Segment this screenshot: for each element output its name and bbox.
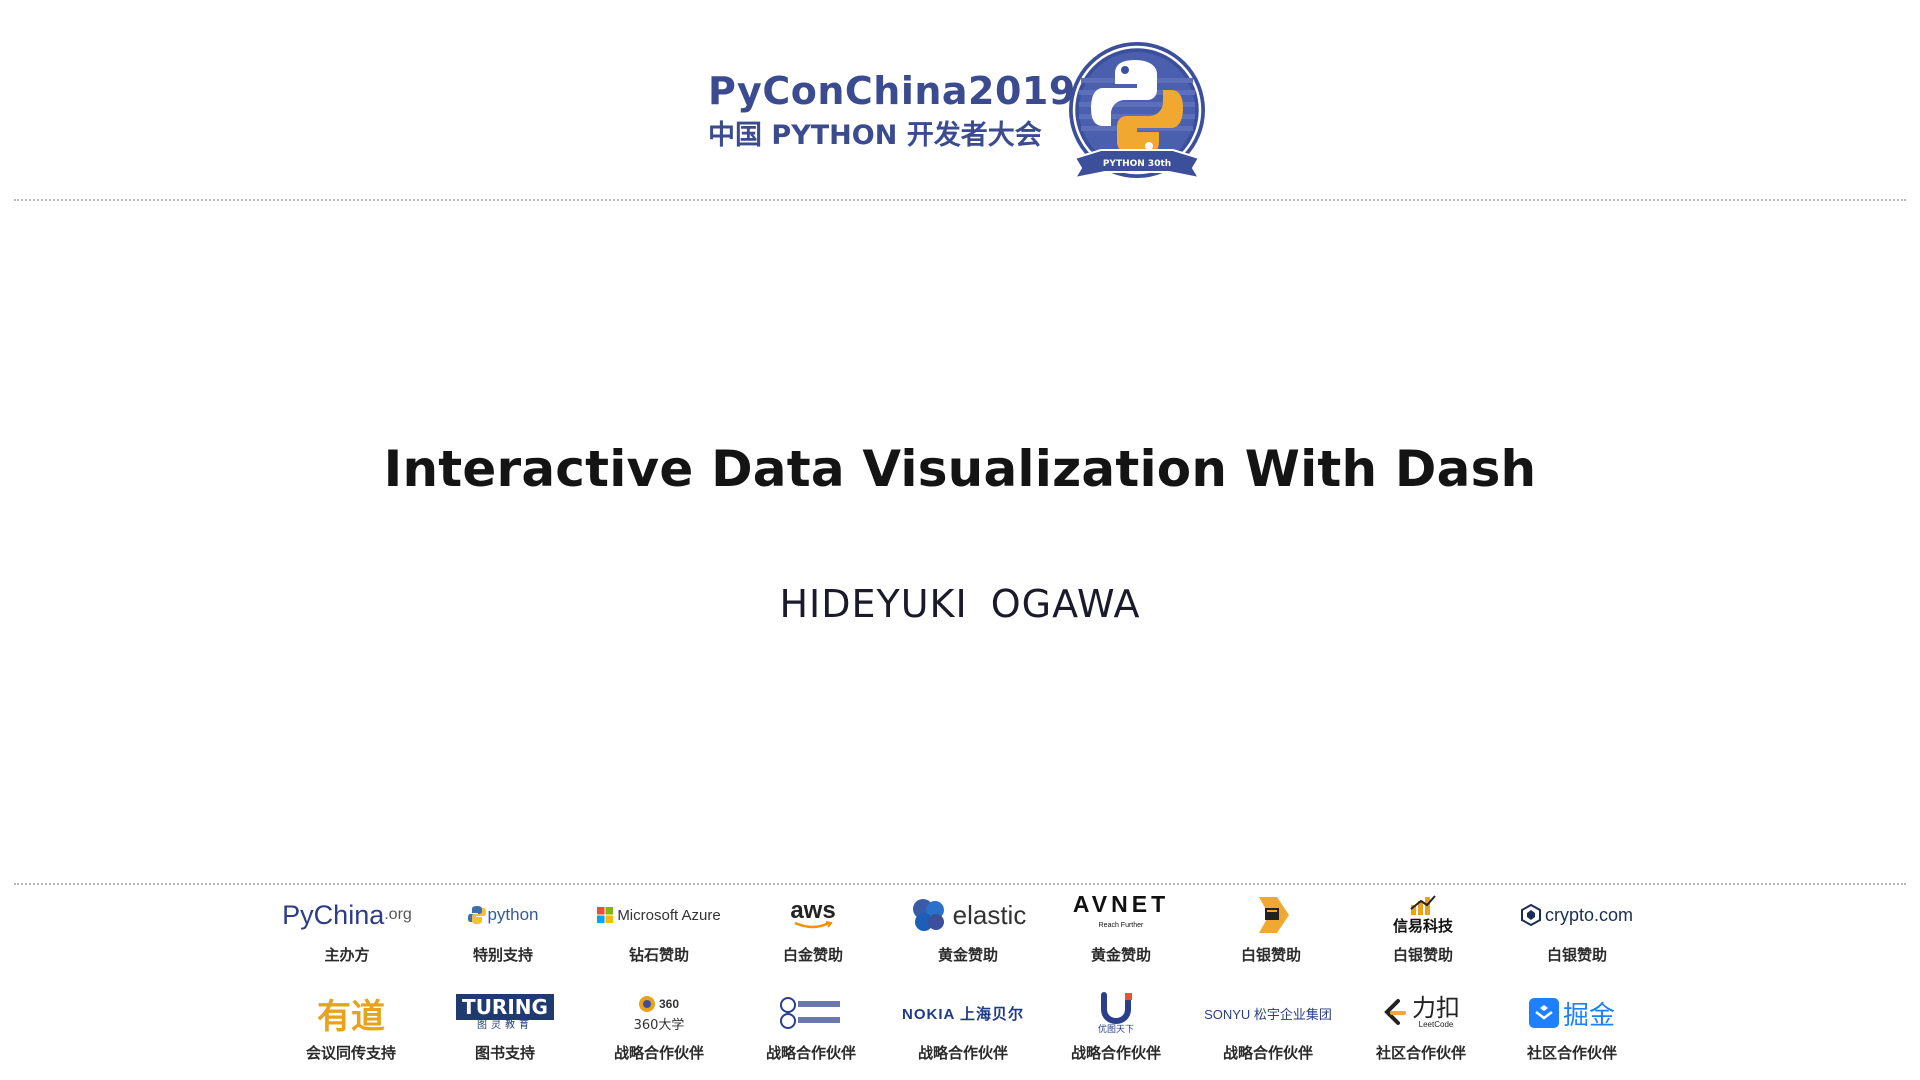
aws-smile-icon <box>794 921 833 929</box>
sponsor-label: 战略合作伙伴 <box>1222 1044 1313 1062</box>
slide: PyConChina2019 中国 PYTHON 开发者大会 PYTHON 30… <box>0 0 1920 1080</box>
sponsor-label: 社区合作伙伴 <box>1526 1044 1617 1062</box>
brand-logo-text: PyConChina2019 中国 PYTHON 开发者大会 <box>708 68 1076 154</box>
author-name: HIDEYUKI OGAWA <box>779 582 1141 626</box>
sponsor-label: 战略合作伙伴 <box>1070 1044 1161 1062</box>
sponsor-label: 特别支持 <box>472 946 533 964</box>
sponsors-footer: PyChina .org 主办方 python 特别支持 Microsoft A… <box>0 886 1920 1080</box>
elastic-logo-text: elastic <box>952 899 1027 930</box>
python-30th-badge-icon: PYTHON 30th <box>1069 42 1205 180</box>
sonyu-logo: SONYU 松宇企业集团 <box>1193 990 1343 1036</box>
silver-sponsor-logo <box>1196 892 1346 938</box>
sponsor-label: 钻石赞助 <box>628 946 689 964</box>
python-logo: python <box>428 892 578 938</box>
avnet-logo: AVNET Reach Further <box>1046 892 1196 938</box>
sponsor-label: 黄金赞助 <box>937 946 998 964</box>
sponsor-turing: TURING 图灵教育 图书支持 <box>430 990 580 1063</box>
sponsor-aws: aws 白金赞助 <box>738 892 888 965</box>
xinyi-logo-text: 信易科技 <box>1392 916 1453 935</box>
sponsor-elastic: elastic 黄金赞助 <box>893 892 1043 965</box>
sponsor-crypto: crypto.com 白银赞助 <box>1502 892 1652 965</box>
aws-logo: aws <box>738 892 888 938</box>
svg-text:360: 360 <box>659 997 679 1011</box>
university-emblem-icon <box>780 997 840 1029</box>
python-logo-text: python <box>487 905 539 924</box>
360-logo: 360 360大学 <box>584 990 734 1036</box>
sponsor-leetcode: 力扣 LeetCode 社区合作伙伴 <box>1346 990 1496 1063</box>
leetcode-logo-sub: LeetCode <box>1418 1019 1454 1029</box>
pychina-logo-text: PyChina <box>282 899 385 930</box>
sponsor-nokia: NOKIA 上海贝尔 战略合作伙伴 <box>888 990 1038 1063</box>
leetcode-logo: 力扣 LeetCode <box>1346 990 1496 1036</box>
sponsor-python: python 特别支持 <box>428 892 578 965</box>
sponsor-label: 会议同传支持 <box>305 1044 396 1062</box>
turing-logo-sub: 图灵教育 <box>477 1020 533 1031</box>
juejin-logo: 掘金 <box>1497 990 1647 1036</box>
arrow-logo-icon <box>1259 897 1289 933</box>
youtu-u-icon <box>1101 992 1132 1025</box>
sponsor-label: 战略合作伙伴 <box>765 1044 856 1062</box>
sponsor-label: 主办方 <box>324 946 370 964</box>
leetcode-logo-text: 力扣 <box>1412 994 1460 1022</box>
nokia-logo: NOKIA 上海贝尔 <box>888 990 1038 1036</box>
badge-text: PYTHON 30th <box>1103 159 1171 169</box>
juejin-logo-text: 掘金 <box>1562 1000 1615 1031</box>
sponsor-label: 白银赞助 <box>1240 946 1301 964</box>
aws-logo-text: aws <box>790 897 836 924</box>
leetcode-icon <box>1384 999 1406 1025</box>
sponsor-label: 白银赞助 <box>1546 946 1607 964</box>
brand-subtitle: 中国 PYTHON 开发者大会 <box>708 120 1042 151</box>
python-snake-icon <box>468 906 487 924</box>
header-divider <box>14 199 1906 201</box>
sponsor-360: 360 360大学 战略合作伙伴 <box>584 990 734 1063</box>
elastic-logo: elastic <box>893 892 1043 938</box>
header: PyConChina2019 中国 PYTHON 开发者大会 PYTHON 30… <box>0 0 1920 200</box>
sponsor-avnet: AVNET Reach Further 黄金赞助 <box>1046 892 1196 965</box>
sponsor-youdao: 有道 会议同传支持 <box>276 990 426 1063</box>
youdao-logo: 有道 <box>276 990 426 1037</box>
microsoft-azure-logo: Microsoft Azure <box>584 892 734 938</box>
youtu-logo: 优图天下 <box>1041 990 1191 1036</box>
sponsor-silver-1: 白银赞助 <box>1196 892 1346 965</box>
youtu-logo-text: 优图天下 <box>1097 1025 1134 1035</box>
sponsor-azure: Microsoft Azure 钻石赞助 <box>584 892 734 965</box>
avnet-logo-text: AVNET <box>1072 891 1170 917</box>
brand-title: PyConChina2019 <box>708 69 1076 113</box>
crypto-logo-text: crypto.com <box>1544 904 1634 925</box>
microsoft-icon <box>597 907 614 923</box>
crypto-shield-icon <box>1520 904 1541 926</box>
elastic-icon <box>912 899 944 931</box>
sponsor-label: 社区合作伙伴 <box>1375 1044 1466 1062</box>
sponsor-label: 白银赞助 <box>1392 946 1453 964</box>
youdao-logo-text: 有道 <box>317 996 385 1037</box>
360-logo-text: 360大学 <box>633 1017 685 1033</box>
pychina-logo-suffix: .org <box>384 906 412 923</box>
360-icon: 360 <box>639 995 679 1012</box>
page-title: Interactive Data Visualization With Dash <box>383 440 1537 498</box>
sponsor-pychina: PyChina .org 主办方 <box>272 892 422 965</box>
sonyu-logo-text: SONYU 松宇企业集团 <box>1204 1006 1332 1022</box>
nokia-logo-text: NOKIA 上海贝尔 <box>902 1005 1024 1023</box>
crypto-logo: crypto.com <box>1502 892 1652 938</box>
azure-logo-text: Microsoft Azure <box>617 906 721 924</box>
sponsor-label: 黄金赞助 <box>1090 946 1151 964</box>
sponsor-xinyi: 信易科技 白银赞助 <box>1348 892 1498 965</box>
juejin-icon <box>1528 998 1559 1028</box>
sponsor-youtu: 优图天下 战略合作伙伴 <box>1041 990 1191 1063</box>
sponsor-juejin: 掘金 社区合作伙伴 <box>1497 990 1647 1063</box>
sponsor-university: 战略合作伙伴 <box>736 990 886 1063</box>
sponsor-label: 白金赞助 <box>782 946 843 964</box>
sponsor-label: 图书支持 <box>474 1044 535 1062</box>
avnet-tagline: Reach Further <box>1098 922 1144 929</box>
pychina-logo: PyChina .org <box>272 892 422 938</box>
sponsor-label: 战略合作伙伴 <box>613 1044 704 1062</box>
sponsor-sonyu: SONYU 松宇企业集团 战略合作伙伴 <box>1193 990 1343 1063</box>
turing-logo: TURING 图灵教育 <box>430 990 580 1036</box>
xinyi-logo: 信易科技 <box>1348 892 1498 938</box>
sponsor-label: 战略合作伙伴 <box>917 1044 1008 1062</box>
footer-divider <box>14 883 1906 885</box>
turing-logo-text: TURING <box>456 994 554 1020</box>
xinyi-chart-icon <box>1410 894 1436 915</box>
university-logo <box>736 990 886 1036</box>
